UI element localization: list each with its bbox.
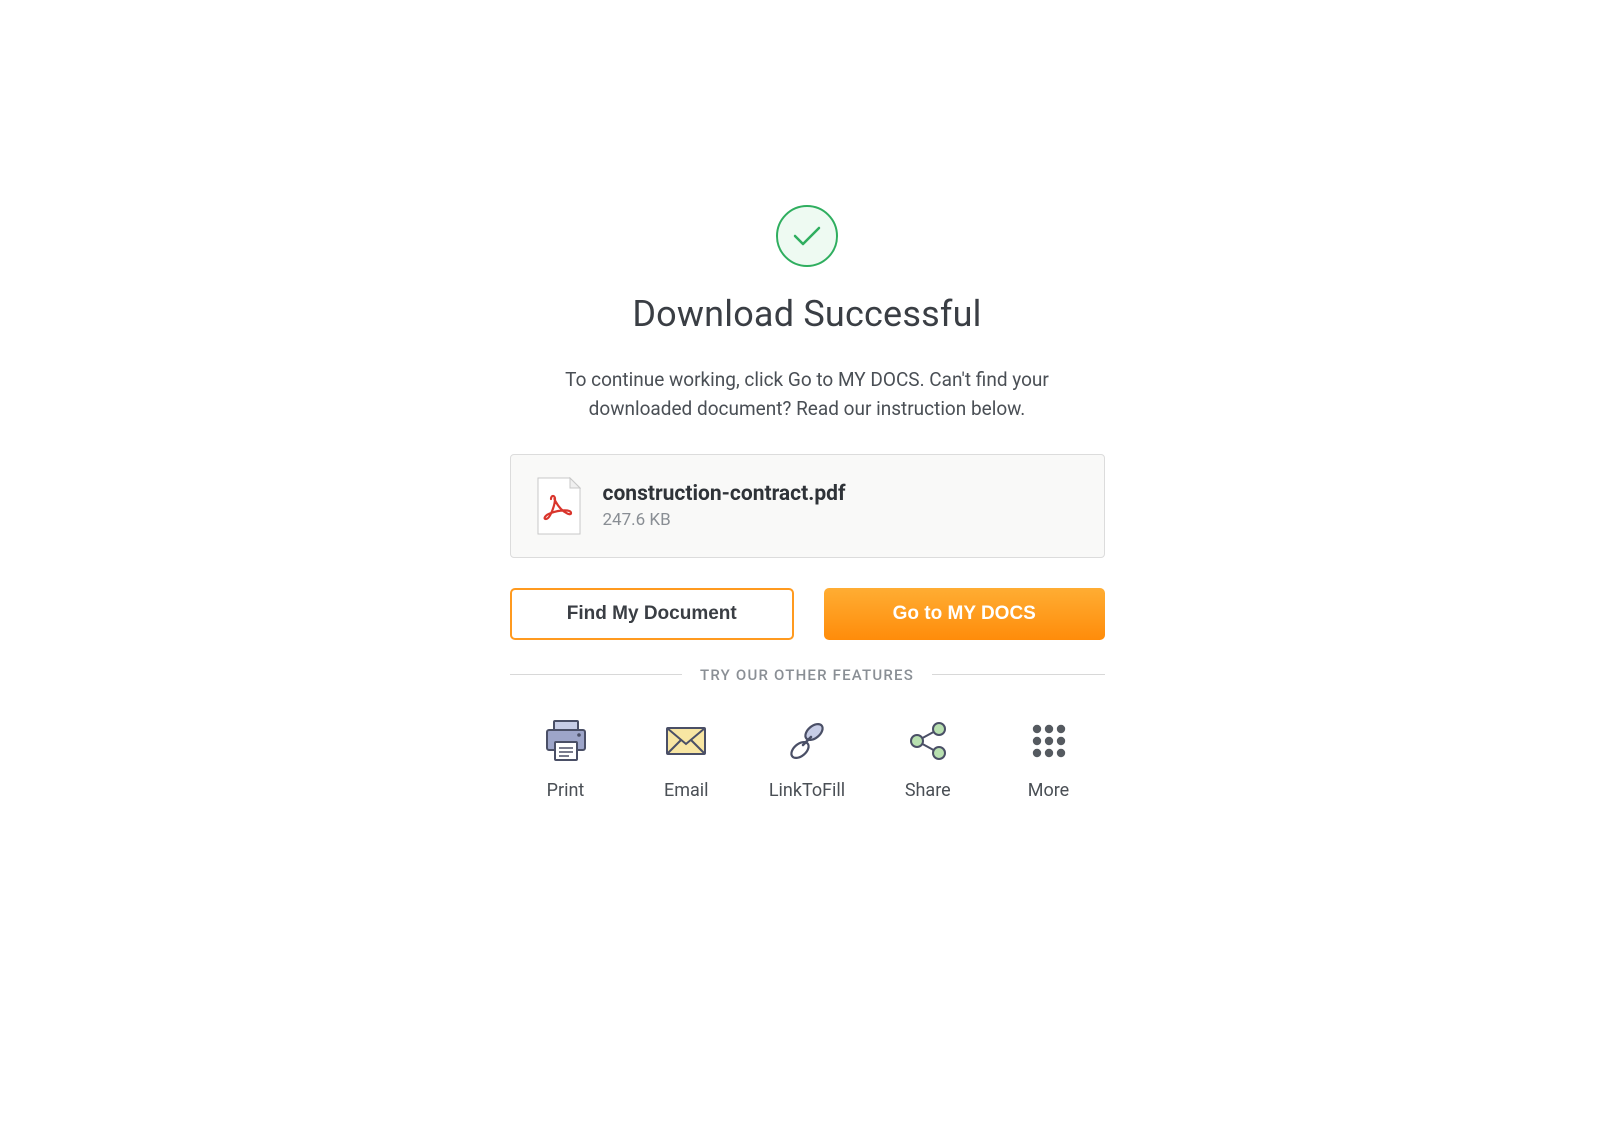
divider-text: TRY OUR OTHER FEATURES xyxy=(700,666,914,684)
feature-share[interactable]: Share xyxy=(888,718,968,801)
divider-line-left xyxy=(510,674,683,675)
dialog-subtitle: To continue working, click Go to MY DOCS… xyxy=(512,365,1102,424)
link-icon xyxy=(784,718,830,764)
file-name: construction-contract.pdf xyxy=(603,482,846,506)
downloaded-file-card: construction-contract.pdf 247.6 KB xyxy=(510,454,1105,558)
dialog-title: Download Successful xyxy=(632,293,981,335)
success-check-icon xyxy=(776,205,838,267)
feature-label: Email xyxy=(664,780,709,801)
feature-label: Print xyxy=(547,780,585,801)
printer-icon xyxy=(543,718,589,764)
pdf-file-icon xyxy=(537,477,581,535)
feature-linktofill[interactable]: LinkToFill xyxy=(767,718,847,801)
feature-label: More xyxy=(1028,780,1069,801)
action-buttons: Find My Document Go to MY DOCS xyxy=(510,588,1105,640)
share-icon xyxy=(905,718,951,764)
divider-line-right xyxy=(932,674,1105,675)
more-grid-icon xyxy=(1026,718,1072,764)
file-info: construction-contract.pdf 247.6 KB xyxy=(603,482,846,530)
download-success-dialog: Download Successful To continue working,… xyxy=(510,205,1105,801)
feature-email[interactable]: Email xyxy=(646,718,726,801)
feature-more[interactable]: More xyxy=(1009,718,1089,801)
find-my-document-button[interactable]: Find My Document xyxy=(510,588,795,640)
feature-label: LinkToFill xyxy=(769,780,845,801)
features-divider: TRY OUR OTHER FEATURES xyxy=(510,666,1105,684)
file-size: 247.6 KB xyxy=(603,510,846,530)
other-features-row: Print Email LinkToFill xyxy=(510,718,1105,801)
email-icon xyxy=(663,718,709,764)
go-to-my-docs-button[interactable]: Go to MY DOCS xyxy=(824,588,1105,640)
feature-print[interactable]: Print xyxy=(526,718,606,801)
feature-label: Share xyxy=(905,780,951,801)
